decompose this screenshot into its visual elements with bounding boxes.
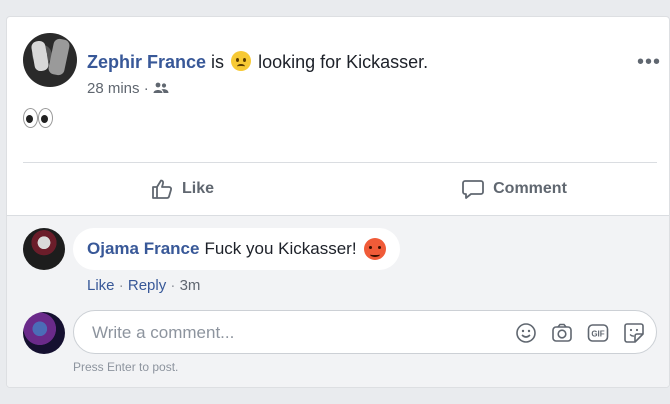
commenter-avatar[interactable] <box>23 228 65 270</box>
feeling-verb: is <box>211 52 225 72</box>
eyes-emoji-icon <box>23 107 53 128</box>
comment-text: Fuck you Kickasser! <box>204 239 357 258</box>
thumbs-up-icon <box>152 179 173 199</box>
comment-composer: GIF <box>73 310 657 355</box>
composer-icons: GIF <box>514 321 646 345</box>
comment-button[interactable]: Comment <box>357 163 669 215</box>
post-header: Zephir France is looking for Kickasser. … <box>23 33 669 97</box>
sticker-icon[interactable] <box>622 321 646 345</box>
gif-icon[interactable]: GIF <box>586 321 610 345</box>
meta-separator: · <box>143 80 149 97</box>
post-actions: Like Comment <box>7 163 669 215</box>
post-headline: Zephir France is looking for Kickasser. <box>87 51 428 73</box>
feeling-activity: looking for Kickasser. <box>258 52 429 72</box>
angry-face-emoji-icon <box>363 238 386 260</box>
press-enter-hint: Press Enter to post. <box>73 360 179 374</box>
post-body <box>23 107 53 133</box>
comment-like-link[interactable]: Like <box>87 277 115 294</box>
comments-section: Ojama France Fuck you Kickasser! Like · … <box>7 215 669 387</box>
svg-text:GIF: GIF <box>591 330 604 339</box>
author-name-link[interactable]: Zephir France <box>87 52 206 72</box>
comment-separator: · <box>118 277 124 294</box>
confused-face-emoji-icon <box>231 51 252 71</box>
author-avatar[interactable] <box>23 33 77 87</box>
comment-actions: Like · Reply · 3m <box>87 277 200 294</box>
speech-bubble-icon <box>462 180 485 199</box>
post-timestamp[interactable]: 28 mins <box>87 80 140 97</box>
emoji-icon[interactable] <box>514 321 538 345</box>
comment-timestamp[interactable]: 3m <box>180 277 201 294</box>
commenter-name-link[interactable]: Ojama France <box>87 239 199 259</box>
friends-icon[interactable] <box>153 82 169 94</box>
comment-input[interactable] <box>90 311 494 355</box>
comment-reply-link[interactable]: Reply <box>128 277 166 294</box>
like-label: Like <box>181 180 214 197</box>
camera-icon[interactable] <box>550 321 574 345</box>
comment-label: Comment <box>493 180 567 197</box>
comment-bubble: Ojama France Fuck you Kickasser! <box>73 228 400 270</box>
more-options-icon[interactable]: ••• <box>637 51 661 74</box>
like-button[interactable]: Like <box>7 163 357 215</box>
post-card: Zephir France is looking for Kickasser. … <box>6 16 670 388</box>
current-user-avatar[interactable] <box>23 312 65 354</box>
comment-separator: · <box>170 277 176 294</box>
post-meta: 28 mins · <box>87 80 169 97</box>
